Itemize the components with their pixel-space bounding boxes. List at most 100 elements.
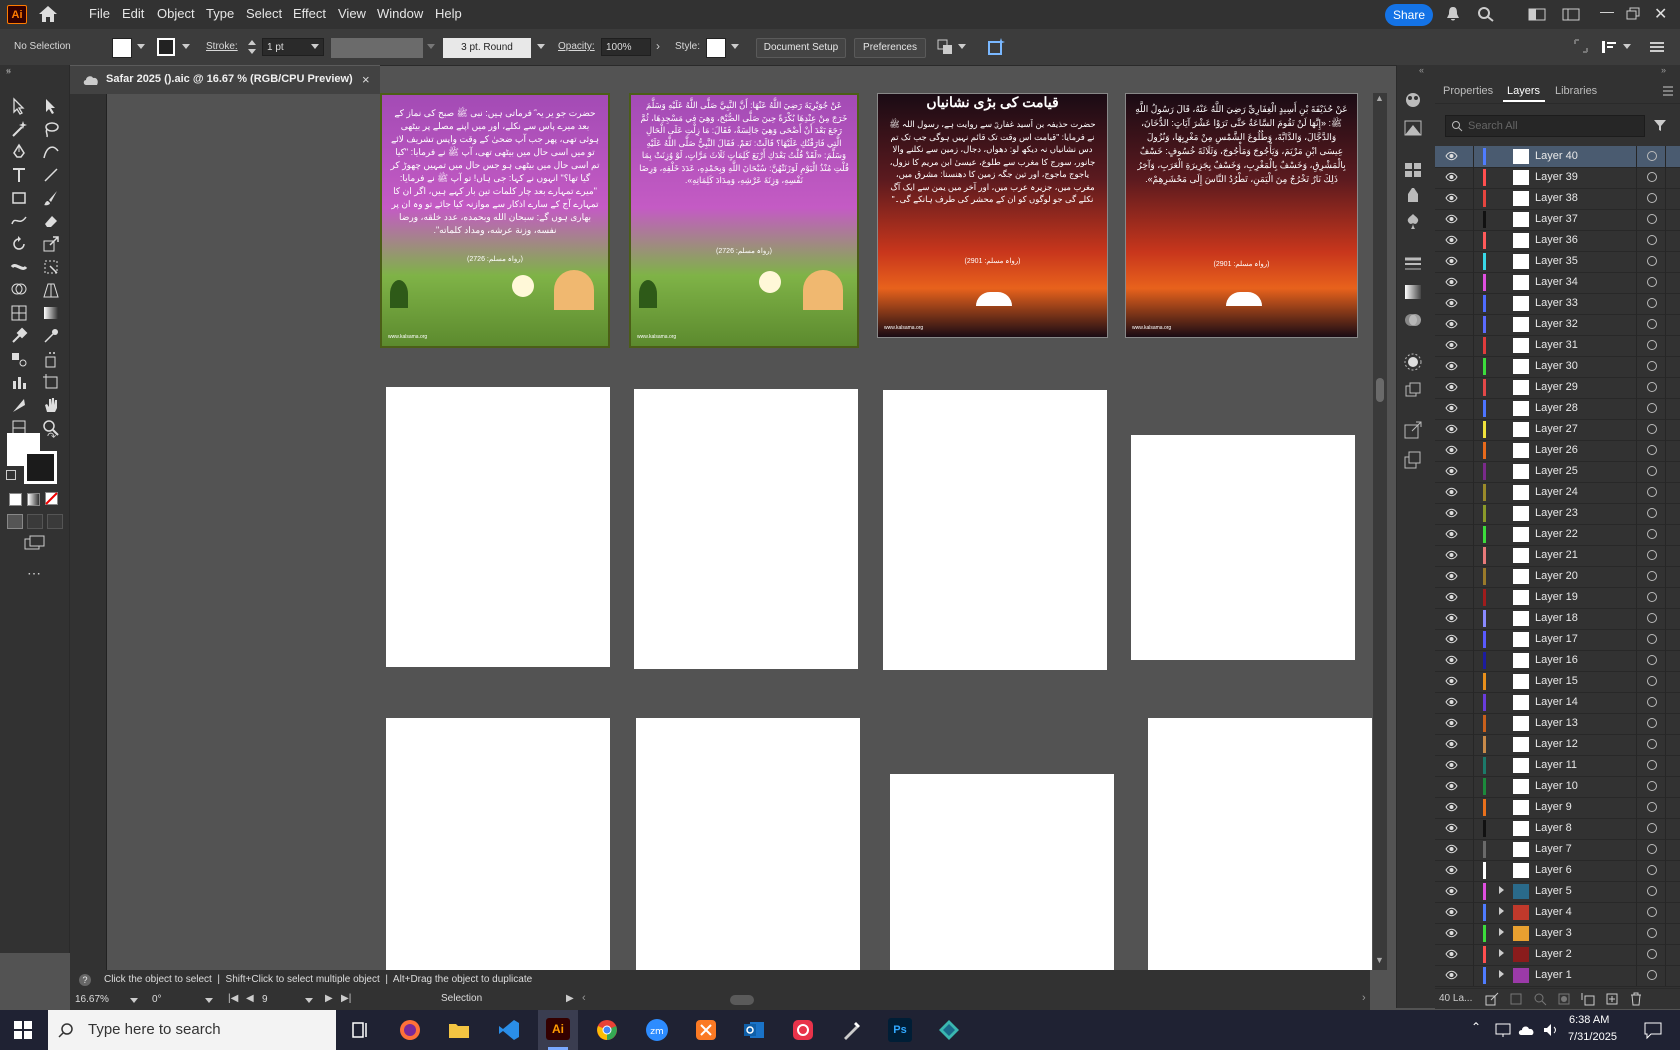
expand-layer-icon[interactable] <box>1499 970 1504 978</box>
visibility-eye-icon[interactable] <box>1445 591 1458 603</box>
stroke-stepper-icon[interactable] <box>247 38 257 56</box>
layer-row[interactable]: Layer 34 <box>1435 272 1680 294</box>
menu-window[interactable]: Window <box>377 6 423 21</box>
lock-column[interactable] <box>1473 314 1474 335</box>
scroll-up-icon[interactable]: ▲ <box>1375 93 1384 103</box>
locate-object-icon[interactable] <box>1509 992 1523 1006</box>
scroll-right-icon[interactable]: › <box>1362 992 1366 1004</box>
vscode-icon[interactable] <box>497 1018 521 1042</box>
target-circle-icon[interactable] <box>1647 949 1657 959</box>
selection-column[interactable] <box>1665 860 1666 881</box>
layer-name[interactable]: Layer 22 <box>1535 528 1578 540</box>
tab-layers[interactable]: Layers <box>1507 85 1540 97</box>
target-circle-icon[interactable] <box>1647 697 1657 707</box>
lock-column[interactable] <box>1473 566 1474 587</box>
visibility-eye-icon[interactable] <box>1445 360 1458 372</box>
selection-column[interactable] <box>1665 146 1666 167</box>
panel-options-dropdown-icon[interactable] <box>1623 44 1631 49</box>
style-dropdown-icon[interactable] <box>731 44 739 49</box>
target-circle-icon[interactable] <box>1647 655 1657 665</box>
lock-column[interactable] <box>1473 230 1474 251</box>
selection-column[interactable] <box>1665 503 1666 524</box>
recolor-panel-icon[interactable] <box>1402 90 1424 110</box>
selection-column[interactable] <box>1665 944 1666 965</box>
layer-name[interactable]: Layer 2 <box>1535 948 1572 960</box>
clock-date[interactable]: 7/31/2025 <box>1568 1031 1617 1043</box>
artboard-number-field[interactable]: 9 <box>262 992 302 1008</box>
new-layer-icon[interactable] <box>1605 992 1619 1006</box>
layer-name[interactable]: Layer 7 <box>1535 843 1572 855</box>
selection-tool-icon[interactable] <box>10 97 28 115</box>
lock-column[interactable] <box>1473 146 1474 167</box>
stroke-dropdown-icon[interactable] <box>182 44 190 49</box>
status-arrow-icon[interactable]: ▶ <box>566 993 574 1004</box>
selection-column[interactable] <box>1665 776 1666 797</box>
layer-name[interactable]: Layer 27 <box>1535 423 1578 435</box>
layer-name[interactable]: Layer 15 <box>1535 675 1578 687</box>
task-view-icon[interactable] <box>348 1018 372 1042</box>
selection-column[interactable] <box>1665 650 1666 671</box>
layer-row[interactable]: Layer 2 <box>1435 944 1680 966</box>
lock-column[interactable] <box>1473 587 1474 608</box>
layer-row[interactable]: Layer 39 <box>1435 167 1680 189</box>
selection-column[interactable] <box>1665 188 1666 209</box>
target-circle-icon[interactable] <box>1647 193 1657 203</box>
variable-width-profile[interactable] <box>331 38 423 58</box>
opacity-arrow-icon[interactable]: › <box>656 39 660 53</box>
lock-column[interactable] <box>1473 419 1474 440</box>
previous-artboard-icon[interactable]: ◀ <box>246 993 254 1004</box>
selection-column[interactable] <box>1665 818 1666 839</box>
visibility-eye-icon[interactable] <box>1445 906 1458 918</box>
layer-name[interactable]: Layer 19 <box>1535 591 1578 603</box>
target-circle-icon[interactable] <box>1647 592 1657 602</box>
layer-row[interactable]: Layer 10 <box>1435 776 1680 798</box>
menu-type[interactable]: Type <box>206 6 234 21</box>
lock-column[interactable] <box>1473 335 1474 356</box>
selection-column[interactable] <box>1665 461 1666 482</box>
visibility-eye-icon[interactable] <box>1445 234 1458 246</box>
close-document-icon[interactable]: × <box>362 72 370 87</box>
layer-name[interactable]: Layer 5 <box>1535 885 1572 897</box>
onedrive-icon[interactable] <box>1518 1022 1536 1038</box>
target-circle-icon[interactable] <box>1647 256 1657 266</box>
visibility-eye-icon[interactable] <box>1445 927 1458 939</box>
layer-row[interactable]: Layer 38 <box>1435 188 1680 210</box>
network-icon[interactable] <box>1494 1022 1512 1038</box>
delete-layer-icon[interactable] <box>1629 992 1643 1006</box>
selection-column[interactable] <box>1665 629 1666 650</box>
visibility-eye-icon[interactable] <box>1445 465 1458 477</box>
target-circle-icon[interactable] <box>1647 529 1657 539</box>
isolate-icon[interactable] <box>1574 39 1588 53</box>
layer-row[interactable]: Layer 32 <box>1435 314 1680 336</box>
layer-name[interactable]: Layer 37 <box>1535 213 1578 225</box>
visibility-eye-icon[interactable] <box>1445 738 1458 750</box>
eraser-tool-icon[interactable] <box>42 212 60 230</box>
lock-column[interactable] <box>1473 398 1474 419</box>
visibility-eye-icon[interactable] <box>1445 864 1458 876</box>
visibility-eye-icon[interactable] <box>1445 780 1458 792</box>
lock-column[interactable] <box>1473 188 1474 209</box>
selection-column[interactable] <box>1665 923 1666 944</box>
collect-export-icon[interactable] <box>1485 992 1499 1006</box>
visibility-eye-icon[interactable] <box>1445 192 1458 204</box>
graphic-styles-panel-icon[interactable] <box>1402 380 1424 400</box>
selection-column[interactable] <box>1665 419 1666 440</box>
layer-row[interactable]: Layer 6 <box>1435 860 1680 882</box>
visibility-eye-icon[interactable] <box>1445 381 1458 393</box>
visibility-eye-icon[interactable] <box>1445 696 1458 708</box>
visibility-eye-icon[interactable] <box>1445 570 1458 582</box>
expand-layer-icon[interactable] <box>1499 907 1504 915</box>
artboard-10[interactable] <box>636 718 860 970</box>
lock-column[interactable] <box>1473 461 1474 482</box>
column-graph-tool-icon[interactable] <box>10 373 28 391</box>
hand-tool-icon[interactable] <box>42 396 60 414</box>
layer-name[interactable]: Layer 20 <box>1535 570 1578 582</box>
lock-column[interactable] <box>1473 650 1474 671</box>
transparency-panel-icon[interactable] <box>1402 310 1424 330</box>
target-circle-icon[interactable] <box>1647 151 1657 161</box>
target-circle-icon[interactable] <box>1647 487 1657 497</box>
direct-selection-tool-icon[interactable] <box>42 97 60 115</box>
layer-name[interactable]: Layer 29 <box>1535 381 1578 393</box>
target-circle-icon[interactable] <box>1647 739 1657 749</box>
target-circle-icon[interactable] <box>1647 865 1657 875</box>
